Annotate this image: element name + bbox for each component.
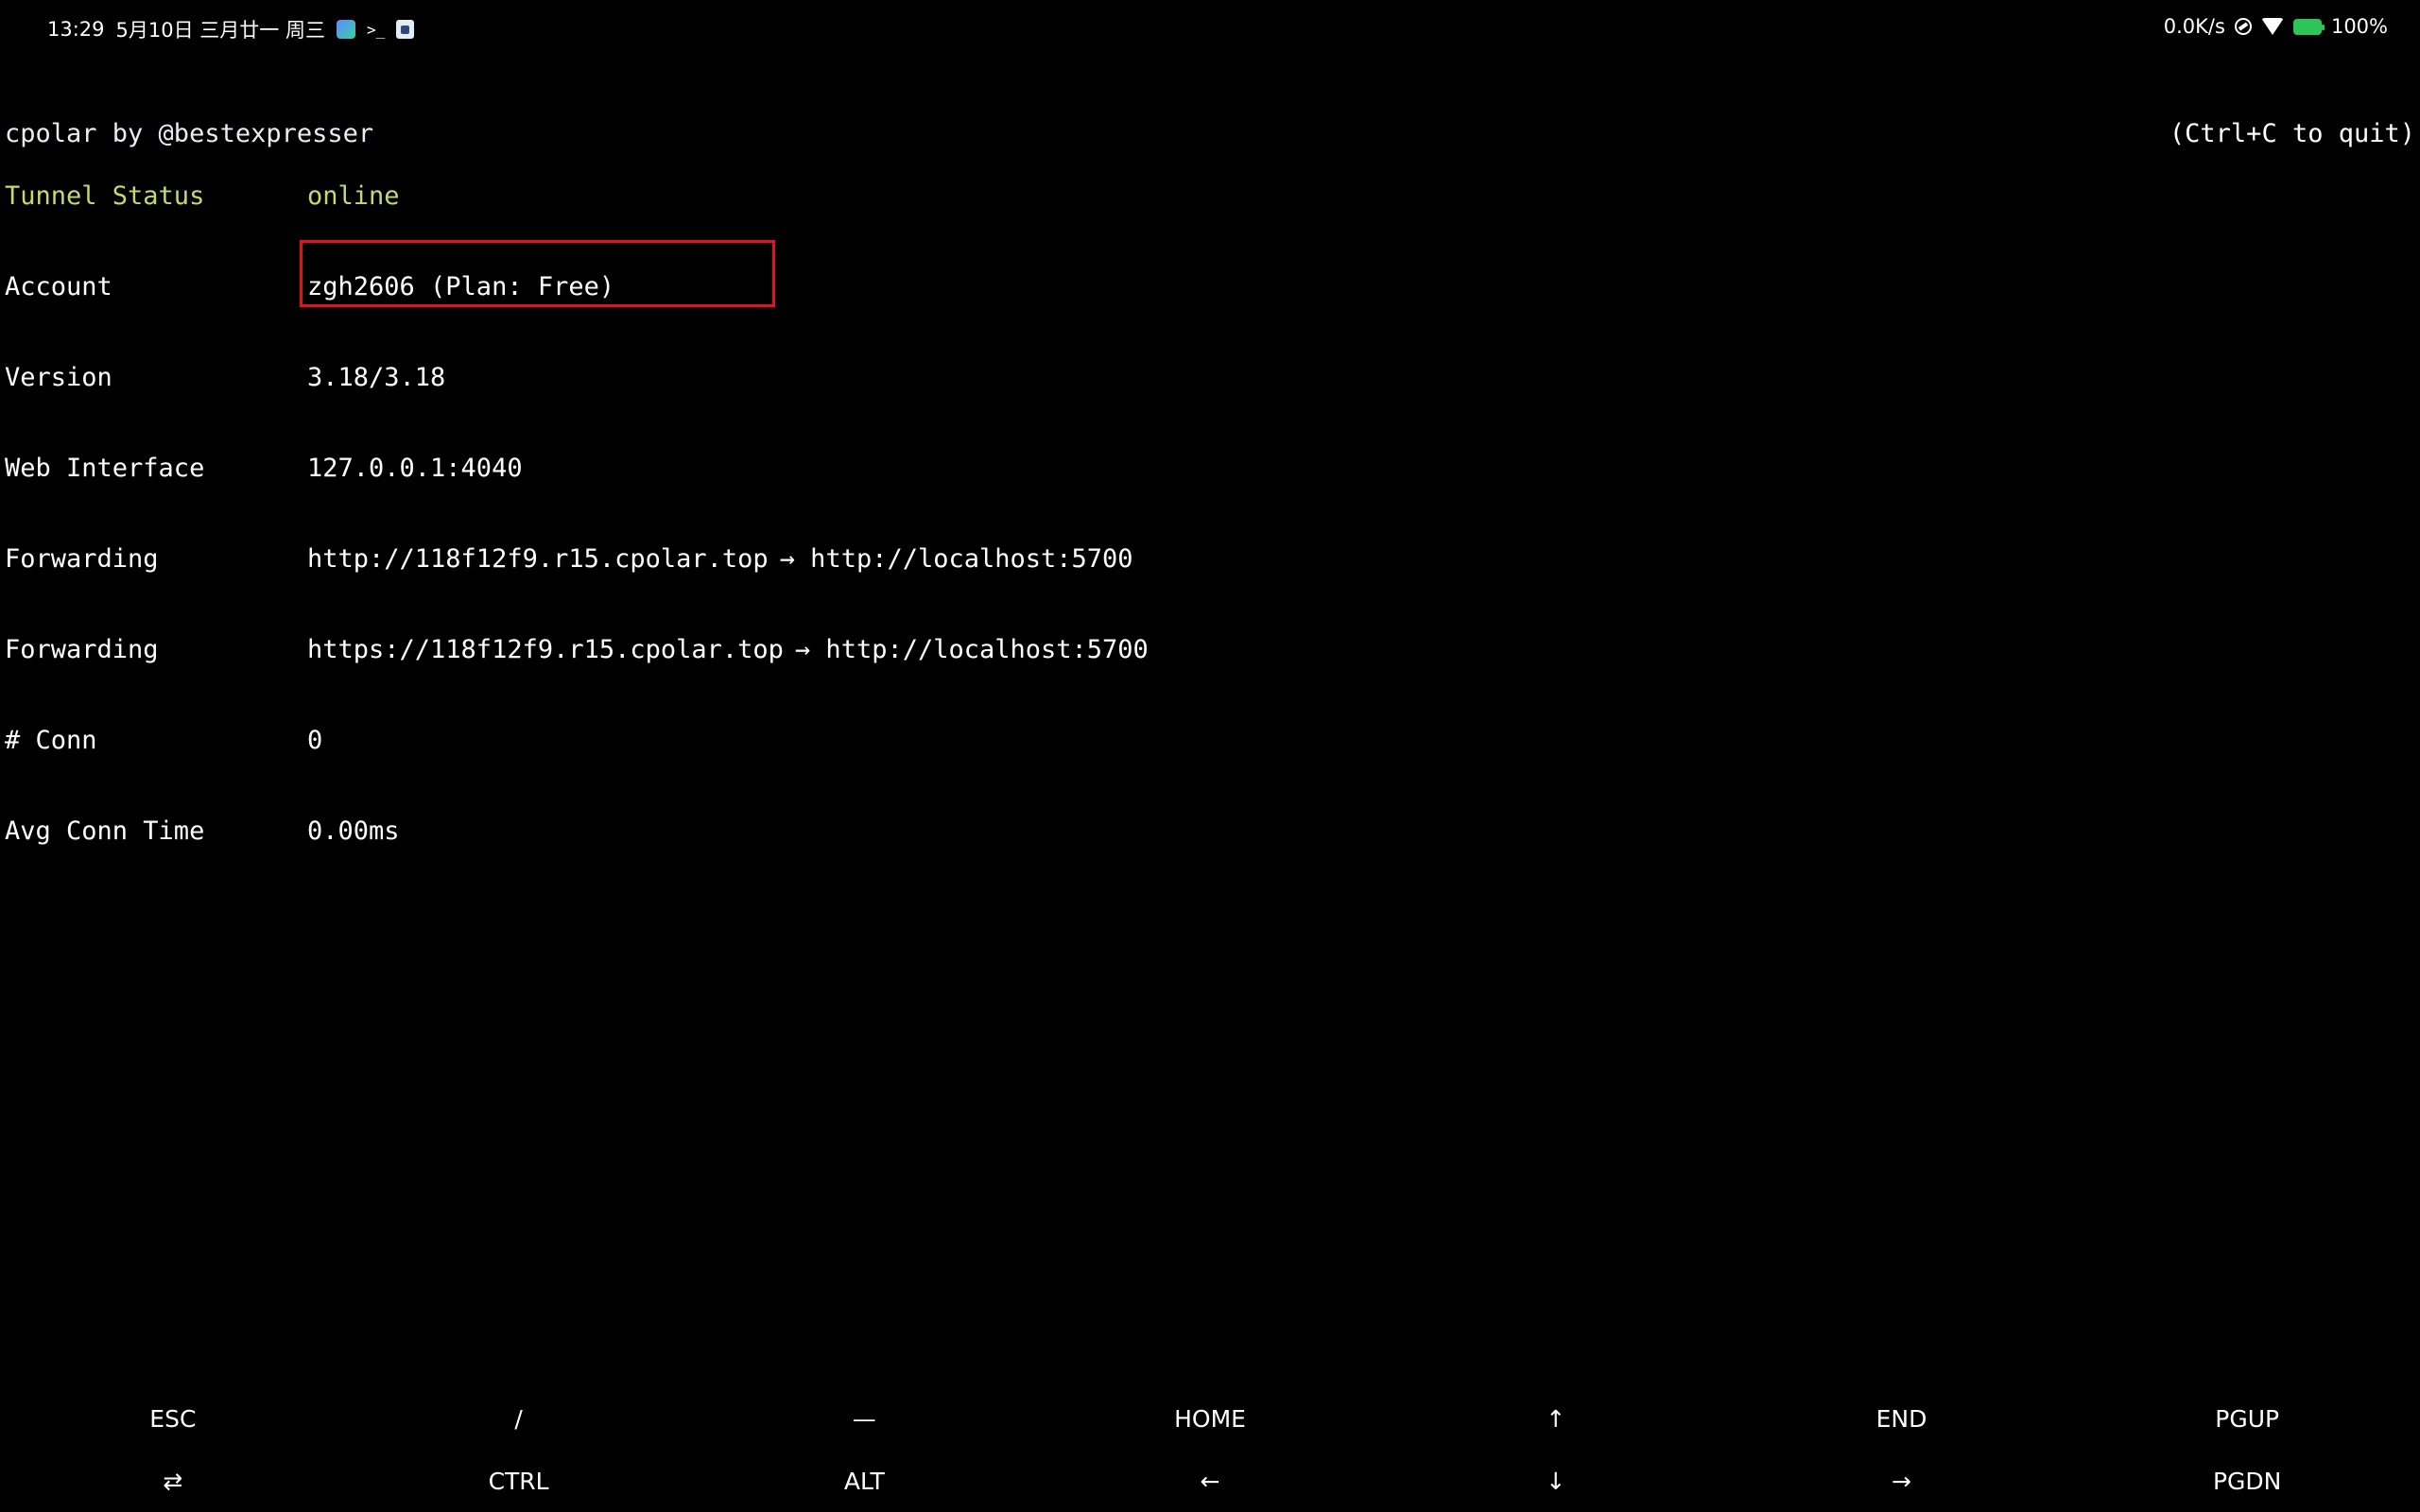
row-label: Forwarding: [5, 635, 159, 664]
esc-key[interactable]: ESC: [0, 1387, 346, 1450]
pgdn-key[interactable]: PGDN: [2074, 1450, 2420, 1512]
row-value: 127.0.0.1:4040: [307, 454, 523, 483]
public-url-http[interactable]: http://118f12f9.r15.cpolar.top: [307, 544, 769, 575]
terminal-header: cpolar by @bestexpresser (Ctrl+C to quit…: [5, 119, 2415, 157]
tab-key[interactable]: ⇄: [0, 1450, 346, 1512]
row-value: 0.00ms: [307, 816, 400, 846]
right-arrow-key[interactable]: →: [1729, 1450, 2075, 1512]
row-account: Account zgh2606 (Plan: Free): [5, 272, 614, 302]
row-value: https://118f12f9.r15.cpolar.top → http://…: [307, 635, 1149, 665]
status-bar-right: 0.0K/s 100%: [2164, 15, 2388, 38]
wifi-icon: [2260, 18, 2284, 35]
row-value: http://118f12f9.r15.cpolar.top → http://l…: [307, 544, 1133, 575]
clock: 13:29: [47, 18, 105, 41]
status-bar: 13:29 5月10日 三月廿一 周三 >_ 0.0K/s 100%: [0, 0, 2420, 55]
row-value: 3.18/3.18: [307, 363, 446, 392]
terminal-output[interactable]: cpolar by @bestexpresser (Ctrl+C to quit…: [5, 59, 2415, 846]
up-arrow-key[interactable]: ↑: [1383, 1387, 1729, 1450]
dash-key[interactable]: —: [691, 1387, 1037, 1450]
do-not-disturb-icon: [2234, 18, 2252, 35]
row-value: online: [307, 181, 400, 211]
down-arrow-key[interactable]: ↓: [1383, 1450, 1729, 1512]
row-tunnel-status: Tunnel Status online: [5, 181, 400, 212]
status-table: Tunnel Status online Account zgh2606 (Pl…: [5, 121, 1149, 907]
row-version: Version 3.18/3.18: [5, 363, 445, 393]
status-bar-left: 13:29 5月10日 三月廿一 周三 >_: [47, 15, 415, 43]
local-target: → http://localhost:5700: [794, 635, 1149, 664]
ctrl-key[interactable]: CTRL: [346, 1450, 692, 1512]
network-speed: 0.0K/s: [2163, 15, 2225, 38]
row-label: Version: [5, 363, 112, 392]
left-arrow-key[interactable]: ←: [1037, 1450, 1383, 1512]
row-label: Web Interface: [5, 454, 205, 483]
row-value: 0: [307, 726, 323, 755]
row-web-interface: Web Interface 127.0.0.1:4040: [5, 454, 523, 484]
row-forwarding-http: Forwarding http://118f12f9.r15.cpolar.to…: [5, 544, 1133, 575]
row-label: Tunnel Status: [5, 181, 205, 211]
local-target: → http://localhost:5700: [779, 544, 1133, 574]
alt-key[interactable]: ALT: [691, 1450, 1037, 1512]
extra-keys-row-2: ⇄ CTRL ALT ← ↓ → PGDN: [0, 1450, 2420, 1512]
date: 5月10日 三月廿一 周三: [115, 19, 325, 42]
end-key[interactable]: END: [1729, 1387, 2075, 1450]
row-forwarding-https: Forwarding https://118f12f9.r15.cpolar.t…: [5, 635, 1149, 665]
battery-icon: [2292, 18, 2325, 35]
pgup-key[interactable]: PGUP: [2074, 1387, 2420, 1450]
quit-hint: (Ctrl+C to quit): [2169, 119, 2415, 148]
extra-keys-bar: ESC / — HOME ↑ END PGUP ⇄ CTRL ALT ← ↓ →…: [0, 1380, 2420, 1512]
row-label: Account: [5, 272, 112, 301]
public-url-https[interactable]: https://118f12f9.r15.cpolar.top: [307, 635, 784, 665]
app-square-notification-icon: [396, 20, 415, 39]
battery-percent: 100%: [2330, 15, 2388, 38]
row-avg-conn-time: Avg Conn Time 0.00ms: [5, 816, 400, 847]
row-label: Forwarding: [5, 544, 159, 574]
extra-keys-row-1: ESC / — HOME ↑ END PGUP: [0, 1387, 2420, 1450]
app-notification-icon: [336, 20, 355, 39]
terminal-notification-icon: >_: [366, 20, 386, 39]
home-key[interactable]: HOME: [1037, 1387, 1383, 1450]
row-label: # Conn: [5, 726, 97, 755]
row-value: zgh2606 (Plan: Free): [307, 272, 615, 301]
row-label: Avg Conn Time: [5, 816, 205, 846]
slash-key[interactable]: /: [346, 1387, 692, 1450]
row-conn: # Conn 0: [5, 726, 322, 756]
